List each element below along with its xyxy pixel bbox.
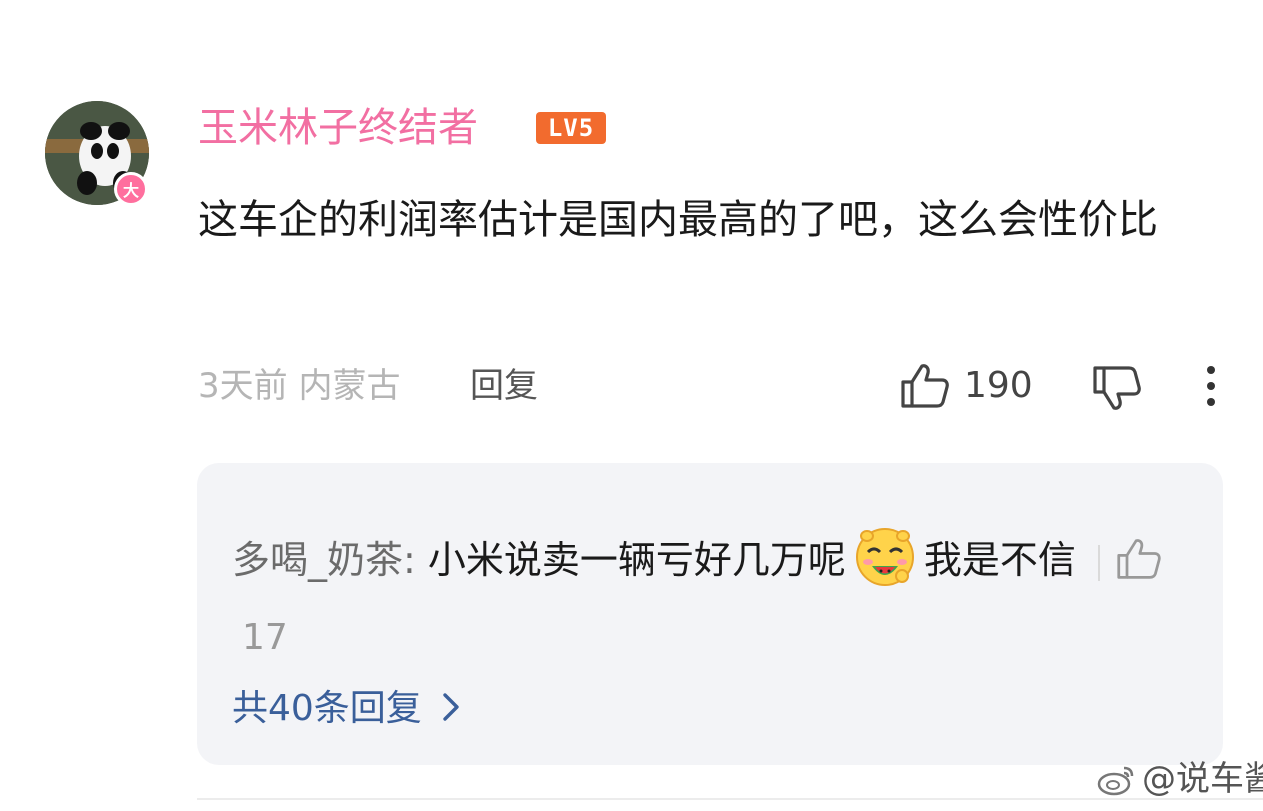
comment-time-location: 3天前 内蒙古 (198, 366, 401, 406)
weibo-logo-icon (1097, 766, 1134, 796)
user-level-badge: LV5 (536, 112, 606, 144)
comment-username[interactable]: 玉米林子终结者 (198, 100, 478, 156)
verified-badge: 大 (114, 172, 148, 206)
reply-button[interactable]: 回复 (470, 360, 538, 412)
reply-author[interactable]: 多喝_奶茶: (232, 538, 416, 582)
thumbs-up-icon[interactable] (1114, 537, 1162, 581)
view-more-replies-link[interactable]: 共40条回复 (232, 683, 462, 735)
watermark: @说车酱 (1096, 754, 1263, 804)
reply-text-part1: 小米说卖一辆亏好几万呢 (415, 538, 846, 582)
reply-preview-text: 多喝_奶茶: 小米说卖一辆亏好几万呢 我是不信 17 (232, 522, 1182, 676)
thumbs-down-icon[interactable] (1090, 364, 1142, 412)
divider-line (197, 798, 1263, 800)
divider (1097, 544, 1100, 581)
more-replies-label: 共40条回复 (232, 688, 422, 729)
comment-text: 这车企的利润率估计是国内最高的了吧，这么会性价比 (198, 197, 1158, 243)
more-options-icon[interactable] (1196, 364, 1226, 408)
reply-like-count: 17 (242, 617, 288, 658)
watermark-text: @说车酱 (1142, 759, 1263, 799)
thumbs-up-icon[interactable] (898, 362, 950, 410)
watermelon-eating-face-emoji (855, 527, 914, 586)
chevron-right-icon (443, 693, 459, 721)
like-count: 190 (964, 365, 1033, 406)
reply-text-part2: 我是不信 (923, 538, 1076, 582)
